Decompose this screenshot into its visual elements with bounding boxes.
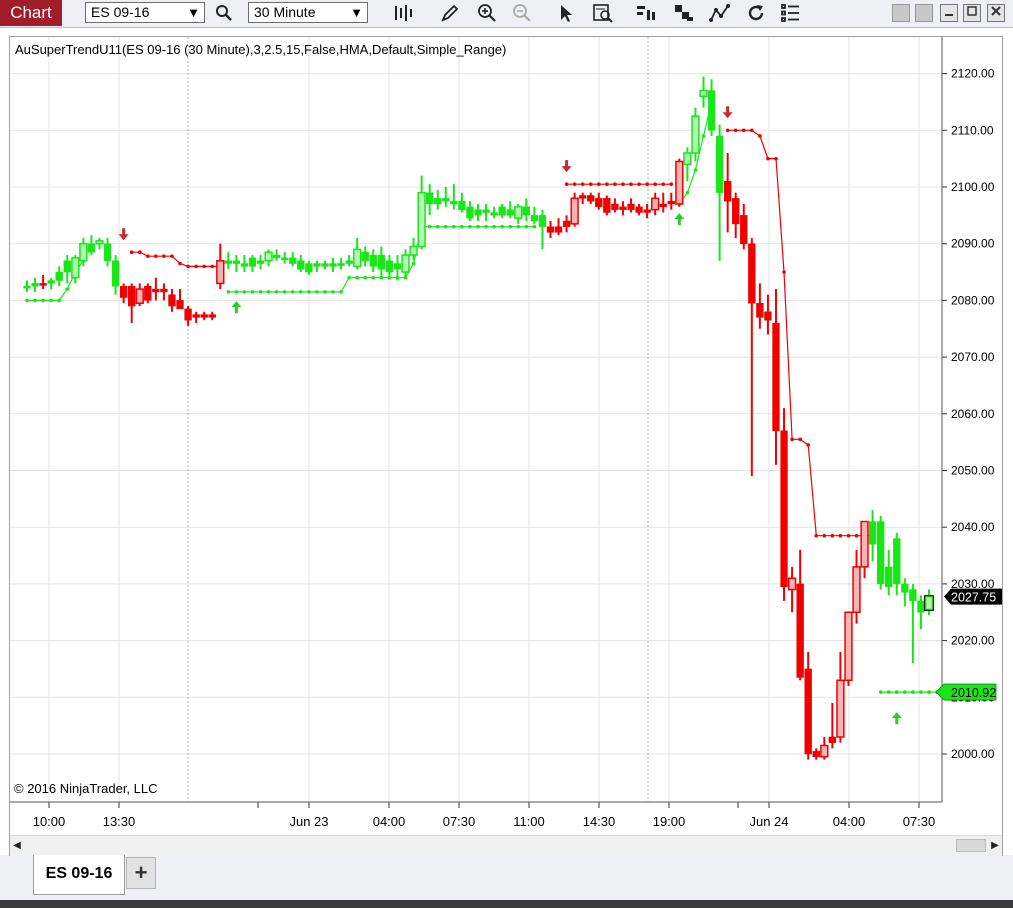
interval-value: 30 Minute [254,4,316,20]
interval-selector[interactable]: 30 Minute ▼ [248,2,368,23]
add-tab-button[interactable]: + [126,857,156,889]
reload-icon[interactable] [745,2,767,24]
pointer-icon[interactable] [555,2,577,24]
indicator-label: AuSuperTrendU11(ES 09-16 (30 Minute),3,2… [15,42,507,57]
app-title: Chart [0,0,62,26]
horizontal-scrollbar[interactable]: ◀ ▶ [10,835,1002,856]
strategies-icon[interactable] [673,2,695,24]
chevron-down-icon: ▼ [187,5,200,20]
link-icon[interactable] [915,4,933,22]
toolbar: Chart ES 09-16 ▼ 30 Minute ▼ [0,0,1013,28]
indicators-icon[interactable] [709,2,731,24]
zoom-out-icon[interactable] [511,2,533,24]
list-icon[interactable] [779,2,801,24]
minimize-icon[interactable] [940,4,958,22]
chart-panel[interactable] [9,36,1003,856]
copyright-text: © 2016 NinjaTrader, LLC [14,781,158,796]
chevron-down-icon: ▼ [350,5,363,20]
tab-instrument[interactable]: ES 09-16 [33,855,125,895]
bar-chart-style-icon[interactable] [392,2,414,24]
tile-icon[interactable] [892,4,910,22]
scroll-thumb[interactable] [956,839,986,852]
scroll-right-icon[interactable]: ▶ [988,836,1002,856]
search-icon[interactable] [213,2,235,24]
bottom-border [0,900,1013,908]
instrument-selector[interactable]: ES 09-16 ▼ [85,2,205,23]
pencil-draw-icon[interactable] [439,2,461,24]
instrument-value: ES 09-16 [91,4,150,20]
zoom-in-icon[interactable] [476,2,498,24]
scroll-left-icon[interactable]: ◀ [10,836,24,856]
close-icon[interactable] [987,4,1005,22]
maximize-icon[interactable] [963,4,981,22]
data-box-icon[interactable] [592,2,614,24]
properties-icon[interactable] [636,2,658,24]
